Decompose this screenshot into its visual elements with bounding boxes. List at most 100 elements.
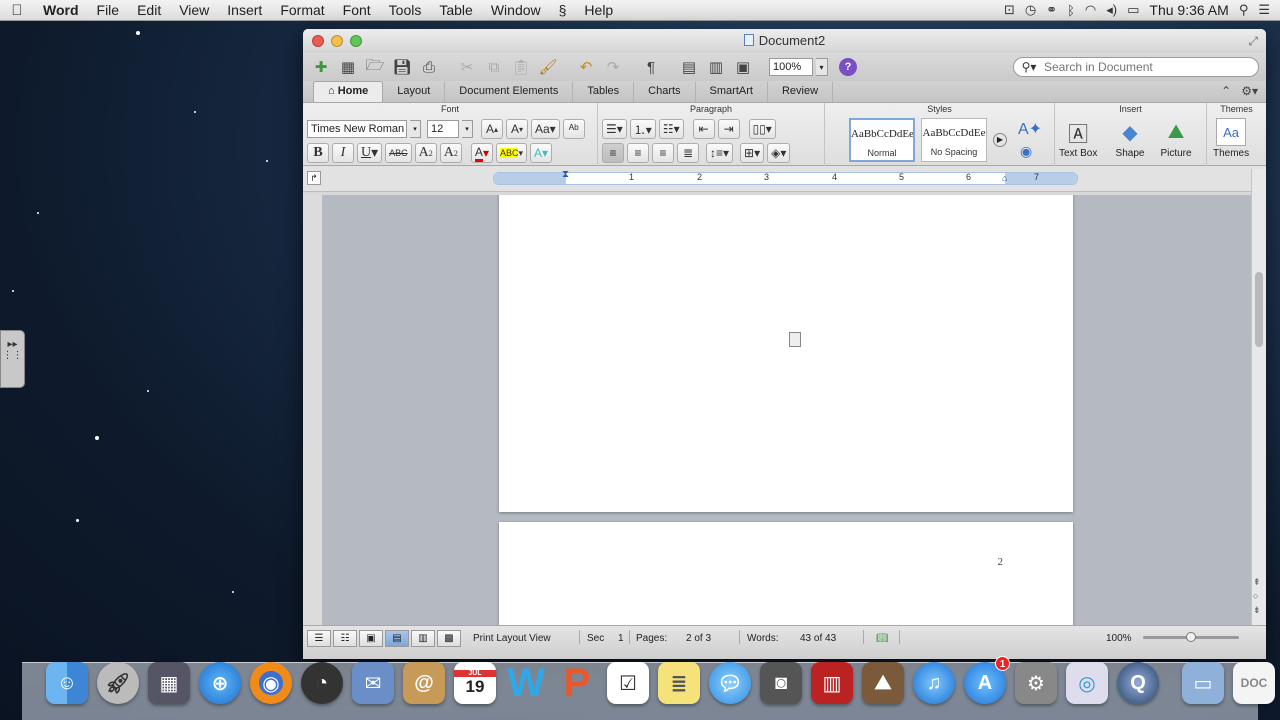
style-no-spacing[interactable]: AaBbCcDdEe No Spacing [921,118,987,162]
decrease-indent-button[interactable]: ⇤ [692,119,715,139]
zoom-field[interactable]: 100% [769,58,813,76]
photo-booth-icon[interactable]: ▥ [811,662,853,704]
tab-document-elements[interactable]: Document Elements [445,82,574,102]
bullets-button[interactable]: ☰▾ [602,119,627,139]
notebook-view-button[interactable]: ▥ [411,630,435,647]
numbering-button[interactable]: ⒈▾ [629,119,656,139]
shrink-font-button[interactable]: A ▾ [506,119,528,139]
close-window-button[interactable] [312,35,324,47]
clear-formatting-button[interactable]: ᴬᵇ [562,119,585,139]
mail-stamp-icon[interactable]: ✉ [352,662,394,704]
side-drawer-handle[interactable]: ▸▸ ⋮⋮ [0,330,25,388]
dvd-player-icon[interactable]: ◎ [1066,662,1108,704]
firefox-icon[interactable]: ◉ [250,662,292,704]
outline-view-button[interactable]: ☷ [333,630,357,647]
safari-icon[interactable]: ⊕ [199,662,241,704]
app-store-icon[interactable]: A 1 [964,656,1010,704]
redo-icon[interactable]: ↷ [601,56,625,78]
print-icon[interactable]: ⎙ [417,56,441,78]
sidebar-icon[interactable]: ▤ [677,56,701,78]
right-indent-marker-icon[interactable]: ⌂ [1002,173,1007,183]
menu-edit[interactable]: Edit [128,2,170,18]
menu-help[interactable]: Help [575,2,622,18]
open-folder-icon[interactable]: 🗁 [363,56,387,78]
apple-menu-icon[interactable]:  [0,2,34,19]
page-1[interactable] [499,195,1073,512]
borders-button[interactable]: ⊞▾ [740,143,765,163]
time-machine-icon[interactable]: ◷ [1025,2,1036,18]
bold-button[interactable]: B [307,143,329,163]
show-formatting-icon[interactable]: ¶ [639,56,663,78]
notification-icon[interactable]: ⊡ [1004,2,1015,18]
themes-button[interactable]: Aa Themes [1213,118,1249,159]
search-input[interactable] [1044,60,1244,74]
menu-font[interactable]: Font [334,2,380,18]
fullscreen-icon[interactable]: ⤢ [1248,34,1258,49]
align-right-button[interactable]: ≡ [652,143,674,163]
undo-icon[interactable]: ↶ [574,56,598,78]
print-layout-view-button[interactable]: ▤ [385,630,409,647]
zoom-slider[interactable] [1143,632,1239,642]
copy-icon[interactable]: ⧉ [482,56,506,78]
words-value[interactable]: 43 of 43 [800,633,836,644]
documents-stack-icon[interactable]: DOC [1233,662,1275,704]
focus-view-button[interactable]: ▩ [437,630,461,647]
help-icon[interactable]: ? [839,58,857,76]
notes-icon[interactable]: ≣ [658,662,700,704]
text-effects-button[interactable]: A▾ [530,143,553,163]
dashboard-icon[interactable]: ◔ [301,662,343,704]
scrollbar-thumb[interactable] [1255,272,1263,347]
grow-font-button[interactable]: A ▴ [481,119,503,139]
launchpad-icon[interactable]: 🚀︎ [97,662,139,704]
insert-text-box[interactable]: 🄰 Text Box [1059,118,1097,160]
menu-window[interactable]: Window [482,2,550,18]
horizontal-ruler[interactable]: 1 2 3 4 5 6 7 ⧗ ⌂ [493,169,1078,185]
battery-icon[interactable]: ▭ [1127,2,1139,18]
font-size-dropdown-icon[interactable]: ▾ [462,120,473,138]
wifi-icon[interactable]: ◠ [1085,2,1096,18]
browse-object-icon[interactable]: ○ [1253,591,1258,601]
tab-smartart[interactable]: SmartArt [696,82,768,102]
tab-tables[interactable]: Tables [573,82,635,102]
facetime-icon[interactable]: ◙ [760,662,802,704]
next-page-icon[interactable]: ⇟ [1253,605,1261,616]
strikethrough-button[interactable]: ABC [385,143,412,163]
media-browser-icon[interactable]: ▣ [731,56,755,78]
menu-format[interactable]: Format [271,2,333,18]
previous-page-icon[interactable]: ⇞ [1253,577,1261,588]
styles-next-icon[interactable]: ▶ [993,133,1007,147]
script-menu-icon[interactable]: § [550,2,576,18]
system-preferences-icon[interactable]: ⚙ [1015,662,1057,704]
change-case-button[interactable]: Aa▾ [531,119,560,139]
vertical-scrollbar[interactable]: ⇞ ○ ⇟ [1251,169,1266,625]
word-icon[interactable]: W [505,661,547,705]
page-2[interactable]: 2 [499,522,1073,625]
messages-icon[interactable]: 💬︎ [709,662,751,704]
font-name-field[interactable]: Times New Roman [307,120,407,138]
tab-review[interactable]: Review [768,82,834,102]
iphoto-icon[interactable]: ⛰ [862,662,904,704]
quicktime-icon[interactable]: Q [1117,662,1159,704]
highlight-button[interactable]: ABC ▾ [495,143,528,163]
menu-table[interactable]: Table [430,2,481,18]
tab-selector-icon[interactable]: ↱ [307,171,321,185]
save-icon[interactable]: 💾︎ [390,56,414,78]
font-color-button[interactable]: A ▾ [470,143,493,163]
underline-button[interactable]: U ▾ [357,143,383,163]
styles-pane-icon[interactable]: A✦ [1018,119,1042,139]
finder-icon[interactable]: ☺ [46,662,88,704]
binoculars-icon[interactable]: ⚭ [1046,2,1057,18]
font-name-dropdown-icon[interactable]: ▾ [410,120,421,138]
multilevel-list-button[interactable]: ☷▾ [658,119,684,139]
line-spacing-button[interactable]: ↕≡▾ [706,143,734,163]
proofing-icon[interactable]: 📖︎ [876,633,889,644]
zoom-slider-knob[interactable] [1186,632,1196,642]
shading-button[interactable]: ◈▾ [767,143,791,163]
menu-app-word[interactable]: Word [34,2,88,18]
contacts-icon[interactable]: @ [403,662,445,704]
zoom-window-button[interactable] [350,35,362,47]
tab-layout[interactable]: Layout [383,82,446,102]
calendar-icon[interactable]: JUL 19 [454,662,496,704]
search-icon[interactable]: ⚲▾ [1014,60,1044,74]
new-document-icon[interactable]: ✚ [309,56,333,78]
